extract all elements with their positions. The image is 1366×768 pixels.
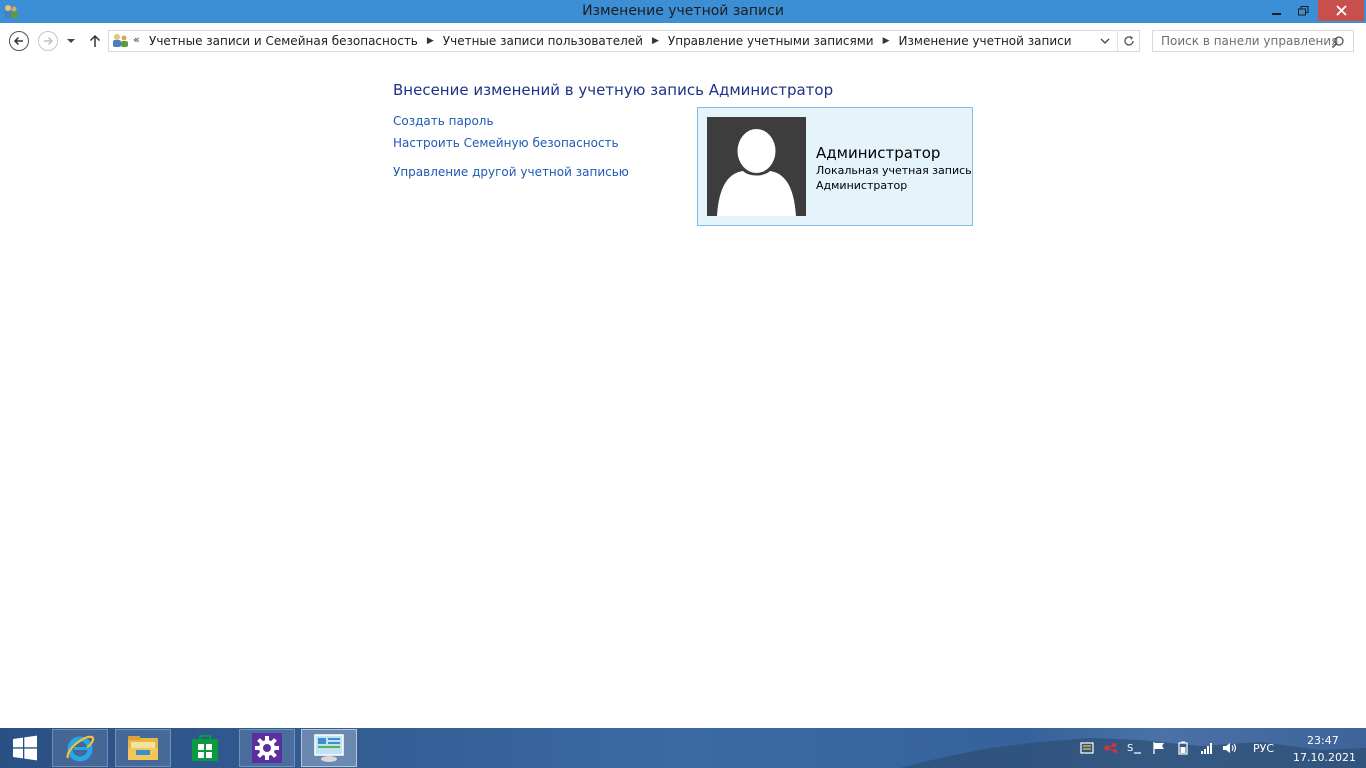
window-title: Изменение учетной записи (582, 3, 784, 19)
clock-time[interactable]: 23:47 (1307, 734, 1339, 747)
account-name: Администратор (816, 144, 941, 162)
control-panel-window: Изменение учетной записи « Учетные запис… (0, 0, 1366, 728)
user-accounts-icon (112, 33, 129, 49)
breadcrumb: Учетные записи и Семейная безопасность ▶… (149, 34, 1072, 48)
back-button[interactable] (8, 30, 30, 52)
search-icon[interactable] (1331, 34, 1345, 49)
svg-text:S: S (1127, 743, 1133, 754)
restore-button[interactable] (1290, 0, 1316, 21)
account-card: Администратор Локальная учетная запись А… (697, 107, 973, 226)
avatar (707, 117, 806, 216)
title-bar: Изменение учетной записи (0, 0, 1366, 23)
breadcrumb-separator-icon[interactable]: ▶ (883, 36, 890, 46)
forward-button[interactable] (37, 30, 59, 52)
navigation-bar: « Учетные записи и Семейная безопасность… (0, 23, 1366, 61)
account-group: Администратор (816, 179, 908, 192)
taskbar-internet-explorer[interactable] (52, 729, 108, 767)
breadcrumb-overflow[interactable]: « (133, 33, 140, 46)
breadcrumb-item[interactable]: Учетные записи пользователей (443, 34, 643, 48)
account-type: Локальная учетная запись (816, 164, 972, 177)
breadcrumb-item[interactable]: Учетные записи и Семейная безопасность (149, 34, 418, 48)
breadcrumb-separator-icon[interactable]: ▶ (427, 36, 434, 46)
up-button[interactable] (86, 31, 104, 51)
internet-explorer-icon (66, 735, 95, 762)
volume-icon[interactable] (1222, 740, 1238, 756)
minimize-button[interactable] (1264, 0, 1290, 21)
refresh-icon[interactable] (1121, 33, 1137, 49)
input-indicator-icon[interactable] (1079, 740, 1095, 756)
address-bar[interactable]: « Учетные записи и Семейная безопасность… (108, 30, 1140, 52)
store-icon (192, 735, 218, 761)
divider (1117, 31, 1118, 51)
recent-locations-dropdown[interactable] (64, 32, 78, 50)
create-password-link[interactable]: Создать пароль (393, 114, 494, 128)
taskbar-file-explorer[interactable] (115, 729, 171, 767)
chevron-down-icon[interactable] (1098, 34, 1112, 48)
close-button[interactable] (1318, 0, 1364, 21)
breadcrumb-item[interactable]: Изменение учетной записи (899, 34, 1072, 48)
language-indicator[interactable]: РУС (1253, 742, 1274, 755)
control-panel-icon (314, 734, 344, 762)
taskbar: S РУС 23:47 17.10.2021 (0, 728, 1366, 768)
clock-date[interactable]: 17.10.2021 (1293, 751, 1356, 764)
search-placeholder: Поиск в панели управления (1161, 34, 1339, 48)
file-explorer-icon (128, 736, 158, 760)
settings-icon (252, 733, 282, 763)
taskbar-store[interactable] (177, 729, 233, 767)
breadcrumb-item[interactable]: Управление учетными записями (668, 34, 874, 48)
skype-icon[interactable]: S (1126, 740, 1142, 756)
start-icon (13, 735, 37, 761)
wifi-signal-icon[interactable] (1199, 740, 1215, 756)
start-button[interactable] (0, 728, 50, 768)
action-center-flag-icon[interactable] (1151, 740, 1167, 756)
page-title: Внесение изменений в учетную запись Адми… (393, 81, 834, 99)
search-input[interactable]: Поиск в панели управления (1152, 30, 1354, 52)
taskbar-control-panel[interactable] (301, 729, 357, 767)
network-error-icon[interactable] (1103, 740, 1119, 756)
manage-another-account-link[interactable]: Управление другой учетной записью (393, 165, 629, 179)
battery-icon[interactable] (1175, 740, 1191, 756)
breadcrumb-separator-icon[interactable]: ▶ (652, 36, 659, 46)
taskbar-settings[interactable] (239, 729, 295, 767)
family-safety-link[interactable]: Настроить Семейную безопасность (393, 136, 619, 150)
